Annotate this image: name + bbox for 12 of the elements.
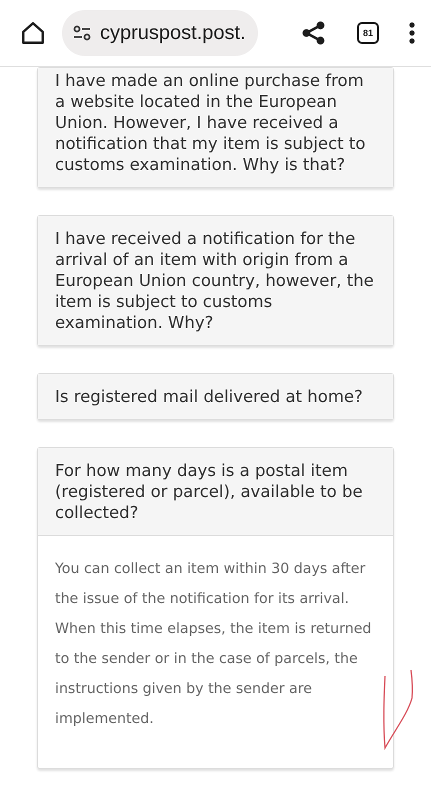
site-settings-icon xyxy=(72,23,92,43)
address-bar[interactable]: cypruspost.post. xyxy=(62,10,258,56)
url-text: cypruspost.post. xyxy=(100,22,246,44)
faq-answer: You can collect an item within 30 days after the issue of the notification for its arrival. When this time elapses, the item is returned to the sender or in the case of parcels, the instructions given by the sender are implemented. xyxy=(55,560,372,729)
faq-question[interactable]: Is registered mail delivered at home? xyxy=(38,374,393,419)
faq-question[interactable]: I have made an online purchase from a website located in the European Union. However, I have received a notification that my item is subject to customs examination. Why is that? xyxy=(38,68,393,187)
menu-icon xyxy=(409,22,415,44)
tab-count-button[interactable]: 81 xyxy=(357,22,379,44)
faq-question[interactable]: I have received a notification for the arrival of an item with origin from a European Union country, however, the item is subject to customs examination. Why? xyxy=(38,216,393,345)
faq-question[interactable]: For how many days is a postal item (registered or parcel), available to be collected? xyxy=(38,448,393,536)
home-icon xyxy=(20,20,46,46)
share-icon xyxy=(301,20,327,46)
